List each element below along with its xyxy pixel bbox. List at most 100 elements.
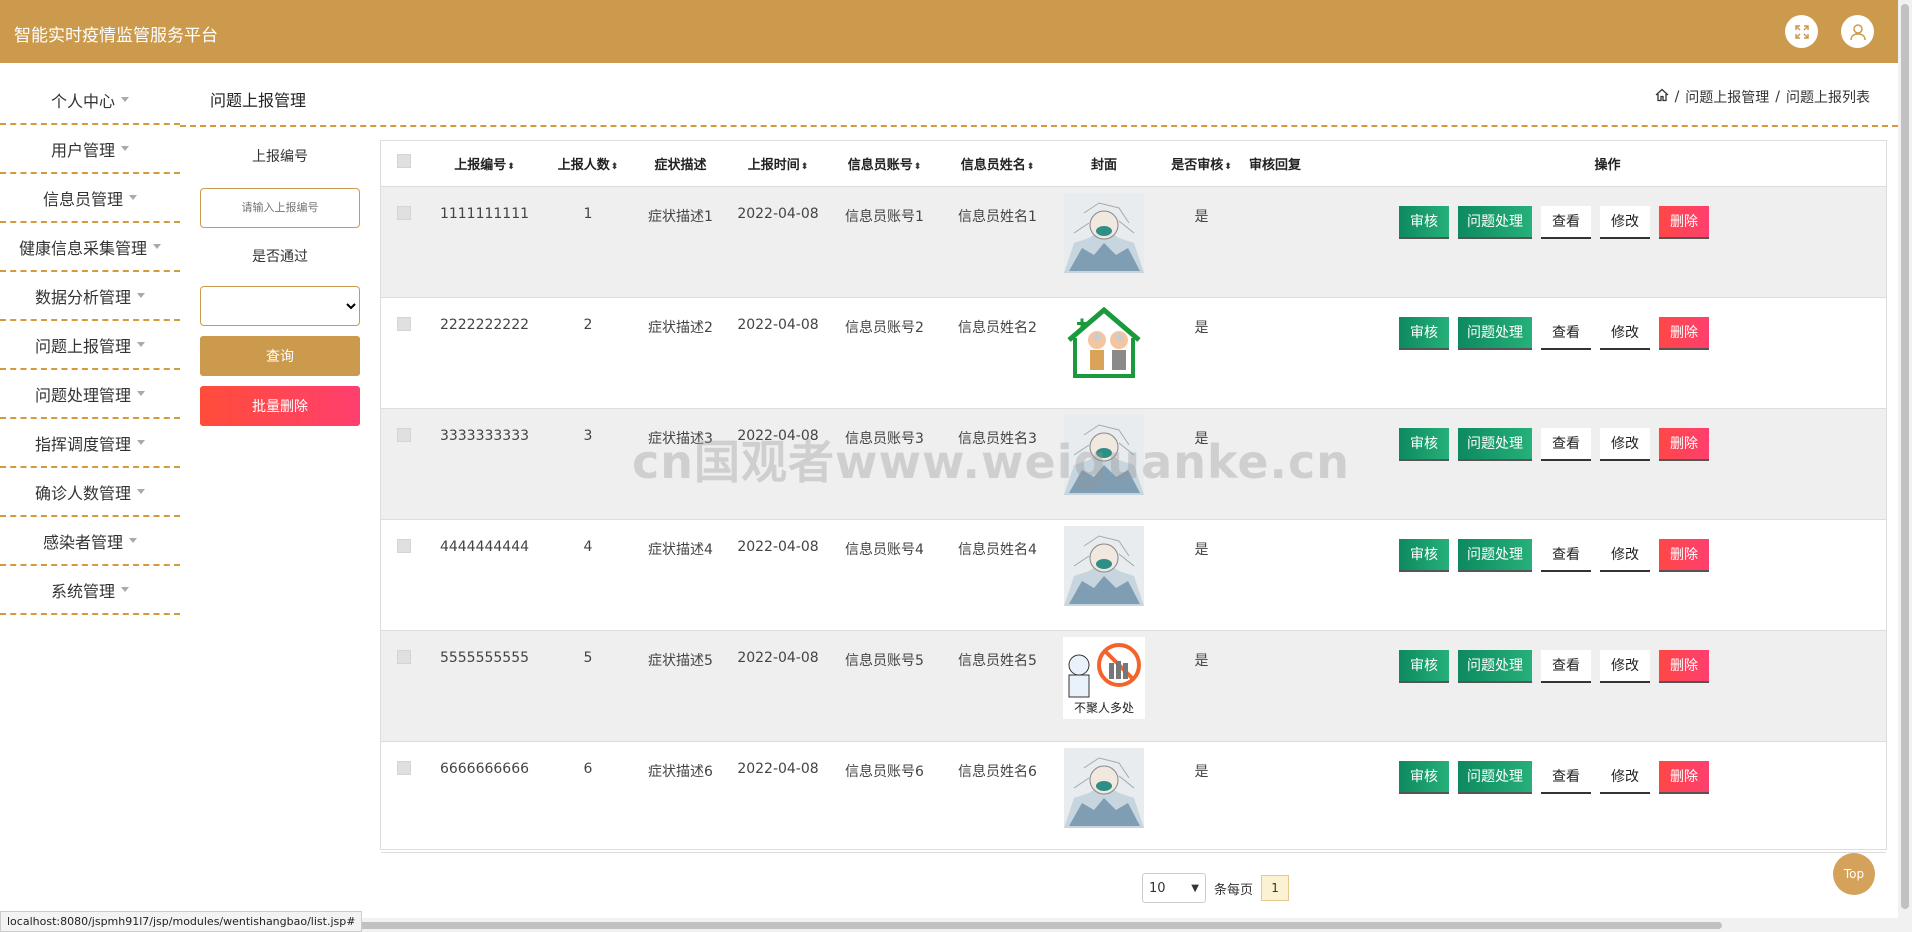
delete-button[interactable]: 删除 xyxy=(1659,760,1709,794)
sidebar-item-system[interactable]: 系统管理 xyxy=(0,566,180,615)
row-checkbox[interactable] xyxy=(396,427,411,442)
cell-report-count: 6 xyxy=(583,760,593,777)
view-button[interactable]: 查看 xyxy=(1541,205,1591,239)
edit-button[interactable]: 修改 xyxy=(1600,760,1650,794)
view-button[interactable]: 查看 xyxy=(1541,427,1591,461)
sidebar-item-informants[interactable]: 信息员管理 xyxy=(0,174,180,223)
select-all-checkbox[interactable] xyxy=(396,154,411,169)
sidebar-item-infected[interactable]: 感染者管理 xyxy=(0,517,180,566)
cell-actions: 审核 问题处理 查看 修改 删除 xyxy=(1329,186,1886,297)
handle-problem-button[interactable]: 问题处理 xyxy=(1458,538,1532,572)
delete-button[interactable]: 删除 xyxy=(1659,316,1709,350)
col-name[interactable]: 信息员姓名⬍ xyxy=(941,141,1054,187)
edit-button[interactable]: 修改 xyxy=(1600,538,1650,572)
pagination: 10 ▼ 条每页 1 xyxy=(1142,873,1290,903)
row-checkbox[interactable] xyxy=(396,538,411,553)
report-table: 上报编号⬍ 上报人数⬍ 症状描述 上报时间⬍ 信息员账号⬍ 信息员姓名⬍ 封面 … xyxy=(380,140,1887,852)
col-report-count[interactable]: 上报人数⬍ xyxy=(543,141,633,187)
fullscreen-icon[interactable] xyxy=(1785,15,1818,48)
col-account[interactable]: 信息员账号⬍ xyxy=(828,141,941,187)
cell-reply xyxy=(1249,186,1329,297)
sidebar-item-health-info[interactable]: 健康信息采集管理 xyxy=(0,223,180,272)
watermark: cn国观者www.weiguanke.cn xyxy=(632,435,1351,489)
view-button[interactable]: 查看 xyxy=(1541,649,1591,683)
sidebar-item-confirmed-count[interactable]: 确诊人数管理 xyxy=(0,468,180,517)
handle-problem-button[interactable]: 问题处理 xyxy=(1458,427,1532,461)
delete-button[interactable]: 删除 xyxy=(1659,427,1709,461)
view-button[interactable]: 查看 xyxy=(1541,538,1591,572)
cell-report-time: 2022-04-08 xyxy=(737,205,819,222)
delete-button[interactable]: 删除 xyxy=(1659,205,1709,239)
breadcrumb-item-current: 问题上报列表 xyxy=(1786,90,1870,106)
view-button[interactable]: 查看 xyxy=(1541,316,1591,350)
handle-problem-button[interactable]: 问题处理 xyxy=(1458,205,1532,239)
breadcrumb-item[interactable]: 问题上报管理 xyxy=(1685,87,1769,107)
handle-problem-button[interactable]: 问题处理 xyxy=(1458,316,1532,350)
passed-select[interactable] xyxy=(200,286,360,326)
breadcrumb-separator: / xyxy=(1775,89,1780,105)
caret-down-icon xyxy=(129,538,137,543)
page-number[interactable]: 1 xyxy=(1261,875,1290,901)
sidebar-item-problem-report[interactable]: 问题上报管理 xyxy=(0,321,180,370)
cell-reply xyxy=(1249,297,1329,408)
cell-reviewed: 是 xyxy=(1194,763,1209,780)
review-button[interactable]: 审核 xyxy=(1399,538,1449,572)
review-button[interactable]: 审核 xyxy=(1399,316,1449,350)
sidebar-item-problem-handling[interactable]: 问题处理管理 xyxy=(0,370,180,419)
sidebar-item-dispatch[interactable]: 指挥调度管理 xyxy=(0,419,180,468)
cell-report-time: 2022-04-08 xyxy=(737,538,819,555)
delete-button[interactable]: 删除 xyxy=(1659,538,1709,572)
row-checkbox[interactable] xyxy=(396,205,411,220)
cell-actions: 审核 问题处理 查看 修改 删除 xyxy=(1329,297,1886,408)
cell-account: 信息员账号5 xyxy=(845,652,924,669)
cell-symptom: 症状描述5 xyxy=(648,652,713,669)
view-button[interactable]: 查看 xyxy=(1541,760,1591,794)
sidebar-item-users[interactable]: 用户管理 xyxy=(0,125,180,174)
cell-report-no: 1111111111 xyxy=(439,205,530,222)
edit-button[interactable]: 修改 xyxy=(1600,427,1650,461)
cell-report-count: 1 xyxy=(583,205,593,222)
batch-delete-button[interactable]: 批量删除 xyxy=(200,386,360,426)
cell-symptom: 症状描述2 xyxy=(648,319,713,336)
handle-problem-button[interactable]: 问题处理 xyxy=(1458,649,1532,683)
cell-report-no: 6666666666 xyxy=(439,760,530,777)
review-button[interactable]: 审核 xyxy=(1399,649,1449,683)
caret-down-icon xyxy=(137,391,145,396)
sidebar-item-data-analysis[interactable]: 数据分析管理 xyxy=(0,272,180,321)
report-no-input[interactable] xyxy=(200,188,360,228)
cell-report-time: 2022-04-08 xyxy=(737,316,819,333)
caret-down-icon xyxy=(137,293,145,298)
home-icon[interactable] xyxy=(1655,88,1669,106)
delete-button[interactable]: 删除 xyxy=(1659,649,1709,683)
sort-icon: ⬍ xyxy=(507,161,515,172)
user-avatar-icon[interactable] xyxy=(1841,15,1874,48)
vertical-scrollbar[interactable] xyxy=(1898,0,1912,932)
cell-name: 信息员姓名4 xyxy=(958,541,1037,558)
cell-account: 信息员账号6 xyxy=(845,763,924,780)
row-checkbox[interactable] xyxy=(396,760,411,775)
table-header-row: 上报编号⬍ 上报人数⬍ 症状描述 上报时间⬍ 信息员账号⬍ 信息员姓名⬍ 封面 … xyxy=(381,141,1886,187)
col-report-no[interactable]: 上报编号⬍ xyxy=(426,141,543,187)
review-button[interactable]: 审核 xyxy=(1399,760,1449,794)
review-button[interactable]: 审核 xyxy=(1399,205,1449,239)
edit-button[interactable]: 修改 xyxy=(1600,649,1650,683)
handle-problem-button[interactable]: 问题处理 xyxy=(1458,760,1532,794)
sidebar-item-label: 指挥调度管理 xyxy=(34,434,131,454)
page-size-select[interactable]: 10 ▼ xyxy=(1142,873,1206,903)
back-to-top-button[interactable]: Top xyxy=(1833,853,1875,895)
col-reviewed[interactable]: 是否审核⬍ xyxy=(1154,141,1249,187)
row-checkbox[interactable] xyxy=(396,649,411,664)
cell-reply xyxy=(1249,519,1329,630)
cell-symptom: 症状描述1 xyxy=(648,208,713,225)
row-checkbox[interactable] xyxy=(396,316,411,331)
cover-image xyxy=(1064,525,1144,610)
breadcrumb-bar: 问题上报管理 / 问题上报管理 / 问题上报列表 xyxy=(180,63,1898,127)
sidebar-item-personal-center[interactable]: 个人中心 xyxy=(0,76,180,125)
edit-button[interactable]: 修改 xyxy=(1600,205,1650,239)
cover-image xyxy=(1064,747,1144,832)
query-button[interactable]: 查询 xyxy=(200,336,360,376)
cell-report-no: 4444444444 xyxy=(439,538,530,555)
review-button[interactable]: 审核 xyxy=(1399,427,1449,461)
col-report-time[interactable]: 上报时间⬍ xyxy=(728,141,828,187)
edit-button[interactable]: 修改 xyxy=(1600,316,1650,350)
